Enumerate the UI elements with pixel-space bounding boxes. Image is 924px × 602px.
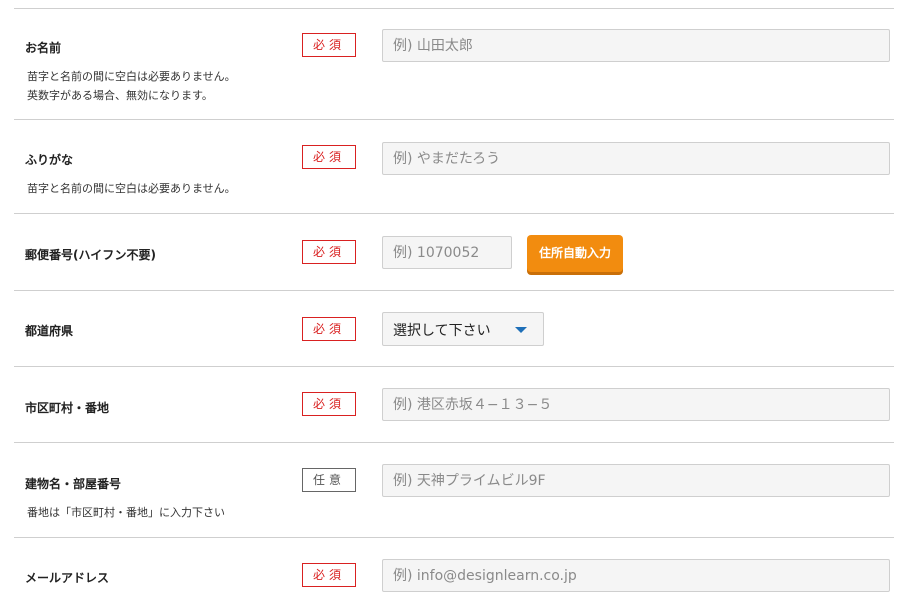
furigana-input[interactable] — [382, 142, 890, 175]
field-label-email: メールアドレス — [25, 571, 110, 585]
field-label-furigana: ふりがな — [25, 153, 74, 167]
field-note-name-2: 英数字がある場合、無効になります。 — [27, 89, 213, 102]
form-row-name: お名前 苗字と名前の間に空白は必要ありません。 英数字がある場合、無効になります… — [14, 8, 894, 120]
city-input[interactable] — [382, 388, 890, 421]
form-row-postal-code: 郵便番号(ハイフン不要) 必須 住所自動入力 — [14, 213, 894, 291]
required-badge: 必須 — [302, 145, 356, 169]
form-row-prefecture: 都道府県 必須 選択して下さい — [14, 290, 894, 367]
prefecture-select[interactable]: 選択して下さい — [382, 312, 544, 346]
name-input[interactable] — [382, 29, 890, 62]
prefecture-select-value: 選択して下さい — [393, 323, 491, 339]
required-badge: 必須 — [302, 33, 356, 57]
field-label-postal-code: 郵便番号(ハイフン不要) — [25, 248, 156, 262]
form-row-building: 建物名・部屋番号 番地は「市区町村・番地」に入力下さい 任意 — [14, 442, 894, 538]
building-input[interactable] — [382, 464, 890, 497]
optional-badge: 任意 — [302, 468, 356, 492]
field-label-prefecture: 都道府県 — [25, 324, 74, 338]
field-note-building-1: 番地は「市区町村・番地」に入力下さい — [27, 506, 225, 519]
form-row-city: 市区町村・番地 必須 — [14, 366, 894, 443]
field-label-city: 市区町村・番地 — [25, 401, 110, 415]
form-row-furigana: ふりがな 苗字と名前の間に空白は必要ありません。 必須 — [14, 119, 894, 214]
address-autofill-button[interactable]: 住所自動入力 — [527, 235, 623, 272]
email-input[interactable] — [382, 559, 890, 592]
field-label-building: 建物名・部屋番号 — [25, 477, 122, 491]
chevron-down-icon — [515, 327, 527, 333]
field-note-furigana-1: 苗字と名前の間に空白は必要ありません。 — [27, 182, 236, 195]
field-label-name: お名前 — [25, 41, 62, 55]
required-badge: 必須 — [302, 563, 356, 587]
required-badge: 必須 — [302, 317, 356, 341]
required-badge: 必須 — [302, 240, 356, 264]
field-note-name-1: 苗字と名前の間に空白は必要ありません。 — [27, 70, 236, 83]
contact-form: お名前 苗字と名前の間に空白は必要ありません。 英数字がある場合、無効になります… — [14, 0, 894, 601]
postal-code-input[interactable] — [382, 236, 512, 269]
required-badge: 必須 — [302, 392, 356, 416]
form-row-email: メールアドレス 必須 — [14, 537, 894, 602]
